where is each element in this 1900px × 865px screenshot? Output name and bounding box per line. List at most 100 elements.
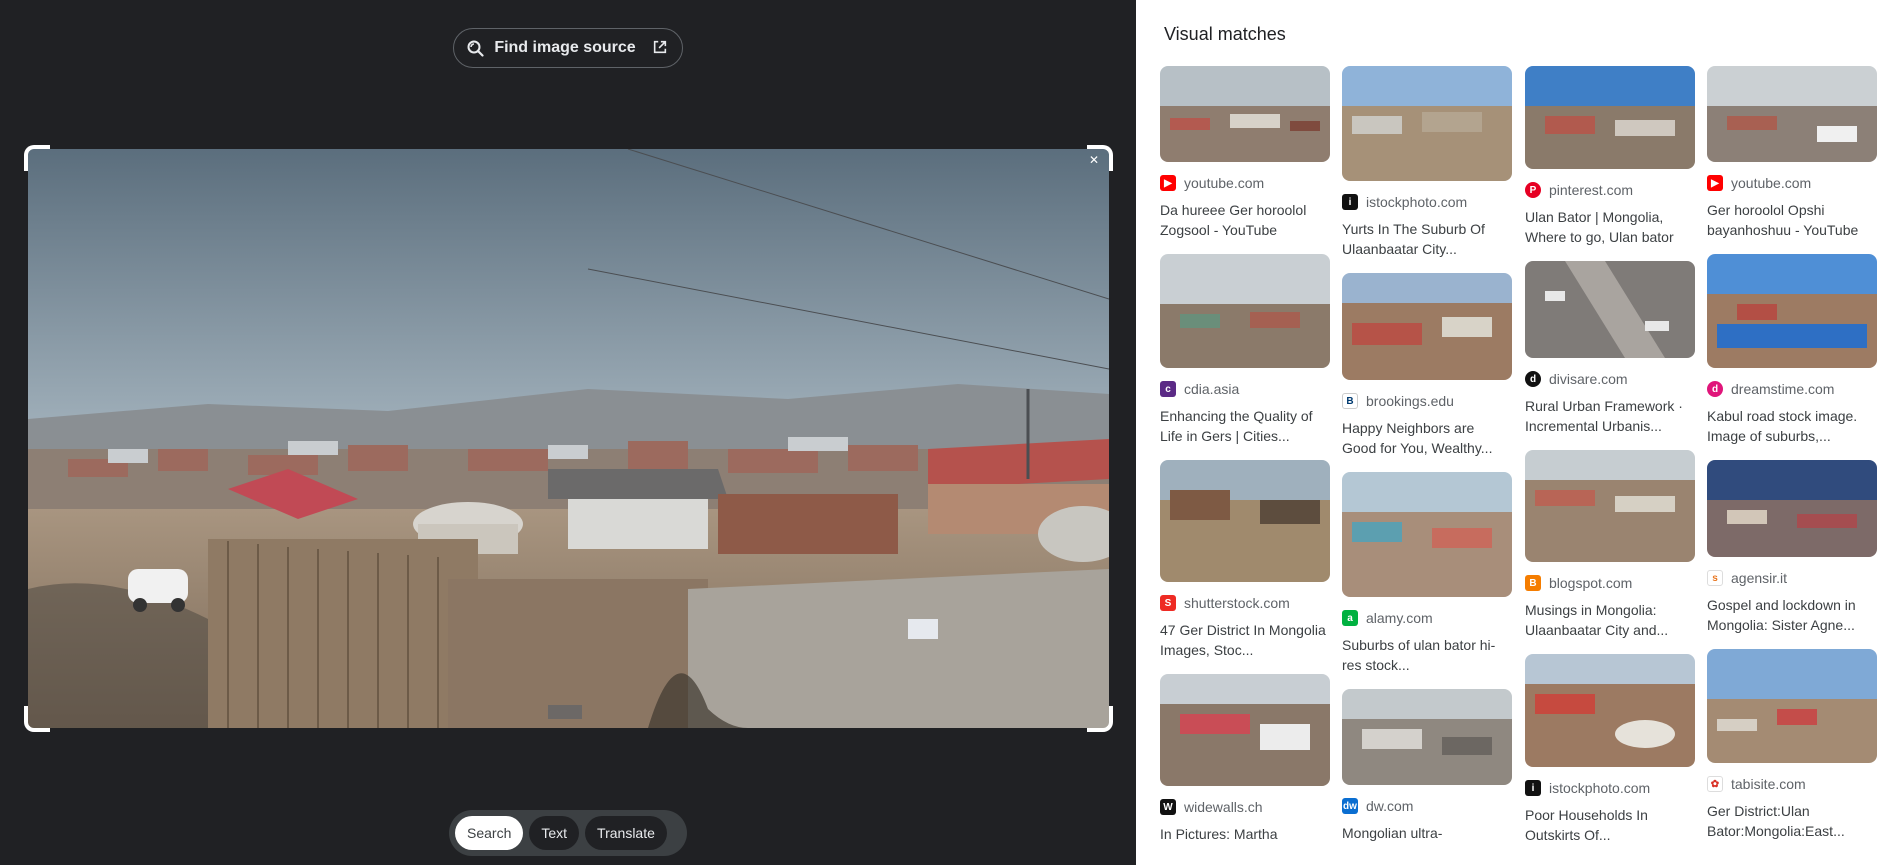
- result-thumbnail[interactable]: [1160, 460, 1330, 582]
- results-column-1: ▶ youtube.com Da hureee Ger horoolol Zogs…: [1160, 66, 1330, 864]
- result-card[interactable]: ✿ tabisite.com Ger District:Ulan Bator:Mo…: [1707, 649, 1877, 841]
- result-title[interactable]: Poor Households In Outskirts Of...: [1525, 805, 1695, 845]
- result-thumbnail[interactable]: [1342, 273, 1512, 380]
- result-title[interactable]: Gospel and lockdown in Mongolia: Sister …: [1707, 595, 1877, 635]
- result-domain: blogspot.com: [1549, 575, 1633, 591]
- result-domain: dw.com: [1366, 798, 1414, 814]
- result-domain: divisare.com: [1549, 371, 1628, 387]
- blogspot-icon: B: [1525, 575, 1541, 591]
- result-domain: youtube.com: [1184, 175, 1265, 191]
- result-thumbnail[interactable]: [1342, 66, 1512, 181]
- result-thumbnail[interactable]: [1525, 654, 1695, 767]
- cdia-icon: c: [1160, 381, 1176, 397]
- text-mode-button[interactable]: Text: [529, 816, 580, 850]
- result-thumbnail[interactable]: [1707, 649, 1877, 763]
- result-card[interactable]: Bblogspot.com Musings in Mongolia: Ulaan…: [1525, 450, 1695, 640]
- result-domain: brookings.edu: [1366, 393, 1454, 409]
- result-card[interactable]: ▶ youtube.com Ger horoolol Opshi bayanhos…: [1707, 66, 1877, 240]
- result-title[interactable]: Happy Neighbors are Good for You, Wealth…: [1342, 418, 1512, 458]
- result-thumbnail[interactable]: [1707, 460, 1877, 557]
- result-domain: tabisite.com: [1731, 776, 1806, 792]
- result-card[interactable]: ▶ youtube.com Da hureee Ger horoolol Zogs…: [1160, 66, 1330, 240]
- brookings-icon: B: [1342, 393, 1358, 409]
- result-title[interactable]: 47 Ger District In Mongolia Images, Stoc…: [1160, 620, 1330, 660]
- result-card[interactable]: a alamy.com Suburbs of ulan bator hi-res …: [1342, 472, 1512, 675]
- lens-mode-switcher: Search Text Translate: [449, 810, 687, 856]
- result-card[interactable]: i istockphoto.com Yurts In The Suburb Of …: [1342, 66, 1512, 259]
- find-image-source-label: Find image source: [494, 39, 636, 56]
- widewalls-icon: W: [1160, 799, 1176, 815]
- result-title[interactable]: Kabul road stock image. Image of suburbs…: [1707, 406, 1877, 446]
- result-title[interactable]: Enhancing the Quality of Life in Gers | …: [1160, 406, 1330, 446]
- dw-icon: dw: [1342, 798, 1358, 814]
- result-title[interactable]: Da hureee Ger horoolol Zogsool - YouTube: [1160, 200, 1330, 240]
- search-mode-button[interactable]: Search: [455, 816, 524, 850]
- result-domain: widewalls.ch: [1184, 799, 1263, 815]
- agensir-icon: s: [1707, 570, 1723, 586]
- result-card[interactable]: dw dw.com Mongolian ultra-: [1342, 689, 1512, 863]
- crop-handle-top-right[interactable]: [1087, 145, 1113, 171]
- result-domain: istockphoto.com: [1549, 780, 1651, 796]
- result-card[interactable]: c cdia.asia Enhancing the Quality of Life…: [1160, 254, 1330, 446]
- result-domain: dreamstime.com: [1731, 381, 1835, 397]
- dreamstime-icon: d: [1707, 381, 1723, 397]
- result-card[interactable]: d divisare.com Rural Urban Framework · In…: [1525, 261, 1695, 436]
- result-thumbnail[interactable]: [1525, 66, 1695, 169]
- result-card[interactable]: Bbrookings.edu Happy Neighbors are Good …: [1342, 273, 1512, 458]
- result-card[interactable]: Sshutterstock.com 47 Ger District In Mon…: [1160, 460, 1330, 660]
- result-title[interactable]: Ger District:Ulan Bator:Mongolia:East...: [1707, 801, 1877, 841]
- result-thumbnail[interactable]: [1342, 472, 1512, 597]
- lens-search-icon: [466, 39, 484, 57]
- result-card[interactable]: d dreamstime.com Kabul road stock image. …: [1707, 254, 1877, 446]
- search-image: ✕: [28, 149, 1109, 728]
- result-title[interactable]: Rural Urban Framework · Incremental Urba…: [1525, 396, 1695, 436]
- result-thumbnail[interactable]: [1707, 66, 1877, 162]
- alamy-icon: a: [1342, 610, 1358, 626]
- result-thumbnail[interactable]: [1525, 450, 1695, 562]
- result-title[interactable]: Mongolian ultra-: [1342, 823, 1512, 863]
- tabisite-icon: ✿: [1707, 776, 1723, 792]
- result-thumbnail[interactable]: [1525, 261, 1695, 358]
- result-domain: cdia.asia: [1184, 381, 1240, 397]
- results-column-3: Ppinterest.com Ulan Bator | Mongolia, Wh…: [1525, 66, 1695, 845]
- find-image-source-button[interactable]: Find image source: [453, 28, 683, 68]
- result-thumbnail[interactable]: [1160, 254, 1330, 368]
- youtube-icon: ▶: [1160, 175, 1176, 191]
- result-title[interactable]: Ger horoolol Opshi bayanhoshuu - YouTube: [1707, 200, 1877, 240]
- selected-image-region[interactable]: ✕: [24, 145, 1113, 732]
- divisare-icon: d: [1525, 371, 1541, 387]
- result-card[interactable]: i istockphoto.com Poor Households In Outs…: [1525, 654, 1695, 845]
- result-thumbnail[interactable]: [1160, 674, 1330, 786]
- lens-image-pane: Find image source ✕ Search Text Translat…: [0, 0, 1136, 865]
- result-domain: istockphoto.com: [1366, 194, 1468, 210]
- result-title[interactable]: In Pictures: Martha: [1160, 824, 1330, 864]
- pinterest-icon: P: [1525, 182, 1541, 198]
- crop-handle-top-left[interactable]: [24, 145, 50, 171]
- result-thumbnail[interactable]: [1160, 66, 1330, 162]
- result-domain: shutterstock.com: [1184, 595, 1290, 611]
- result-card[interactable]: s agensir.it Gospel and lockdown in Mongo…: [1707, 460, 1877, 635]
- results-column-2: i istockphoto.com Yurts In The Suburb Of …: [1342, 66, 1512, 863]
- crop-handle-bottom-right[interactable]: [1087, 706, 1113, 732]
- result-title[interactable]: Suburbs of ulan bator hi-res stock...: [1342, 635, 1512, 675]
- result-domain: pinterest.com: [1549, 182, 1634, 198]
- youtube-icon: ▶: [1707, 175, 1723, 191]
- results-pane: Visual matches ▶ youtube.com Da hureee Ge…: [1136, 0, 1900, 865]
- shutterstock-icon: S: [1160, 595, 1176, 611]
- result-title[interactable]: Yurts In The Suburb Of Ulaanbaatar City.…: [1342, 219, 1512, 259]
- istock-icon: i: [1525, 780, 1541, 796]
- visual-matches-heading: Visual matches: [1164, 24, 1286, 44]
- results-column-4: ▶ youtube.com Ger horoolol Opshi bayanhos…: [1707, 66, 1877, 841]
- result-domain: youtube.com: [1731, 175, 1812, 191]
- result-title[interactable]: Ulan Bator | Mongolia, Where to go, Ulan…: [1525, 207, 1695, 247]
- crop-handle-bottom-left[interactable]: [24, 706, 50, 732]
- result-card[interactable]: Ppinterest.com Ulan Bator | Mongolia, Wh…: [1525, 66, 1695, 247]
- result-title[interactable]: Musings in Mongolia: Ulaanbaatar City an…: [1525, 600, 1695, 640]
- result-card[interactable]: Wwidewalls.ch In Pictures: Martha: [1160, 674, 1330, 864]
- istock-icon: i: [1342, 194, 1358, 210]
- result-thumbnail[interactable]: [1707, 254, 1877, 368]
- open-in-new-icon: [652, 39, 670, 57]
- result-thumbnail[interactable]: [1342, 689, 1512, 785]
- translate-mode-button[interactable]: Translate: [585, 816, 667, 850]
- result-domain: alamy.com: [1366, 610, 1433, 626]
